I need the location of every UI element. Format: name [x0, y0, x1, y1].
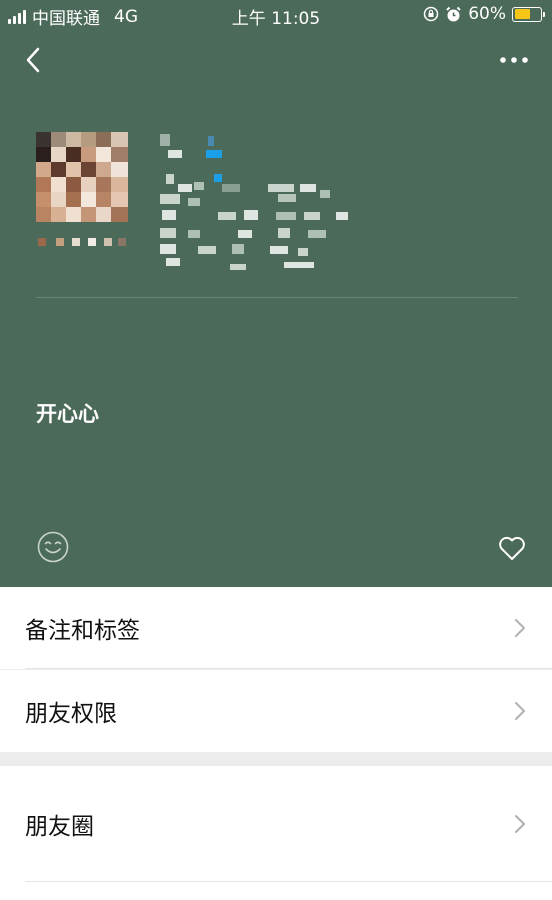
header-divider — [36, 297, 518, 298]
chevron-right-icon — [515, 619, 525, 637]
menu-item-moments[interactable]: 朋友圈 — [0, 766, 552, 882]
battery-icon — [512, 6, 545, 22]
more-options-icon[interactable] — [498, 50, 530, 70]
alarm-icon — [446, 6, 461, 21]
menu-item-remarks-tags[interactable]: 备注和标签 — [0, 587, 552, 669]
battery-percent: 60% — [468, 4, 506, 24]
heart-icon[interactable] — [497, 533, 527, 563]
menu-item-label: 朋友权限 — [25, 701, 117, 727]
rotation-lock-icon — [423, 6, 439, 22]
chevron-right-icon — [515, 702, 525, 720]
chevron-right-icon — [515, 815, 525, 833]
profile-signature: 开心心 — [36, 402, 99, 426]
menu-item-friend-permissions[interactable]: 朋友权限 — [0, 670, 552, 752]
profile-header: 中国联通 4G 上午 11:05 60% 开心心 — [0, 0, 552, 587]
menu-item-label: 备注和标签 — [25, 618, 140, 644]
status-bar: 中国联通 4G 上午 11:05 60% — [0, 0, 552, 29]
menu-item-label: 朋友圈 — [25, 814, 94, 840]
menu-next-row-partial — [0, 882, 552, 900]
row-divider — [25, 668, 552, 669]
smiley-icon[interactable] — [36, 530, 70, 564]
back-arrow-icon[interactable] — [22, 46, 46, 74]
profile-info-blurred — [160, 134, 348, 270]
section-gap — [0, 752, 552, 766]
avatar[interactable] — [36, 132, 128, 248]
